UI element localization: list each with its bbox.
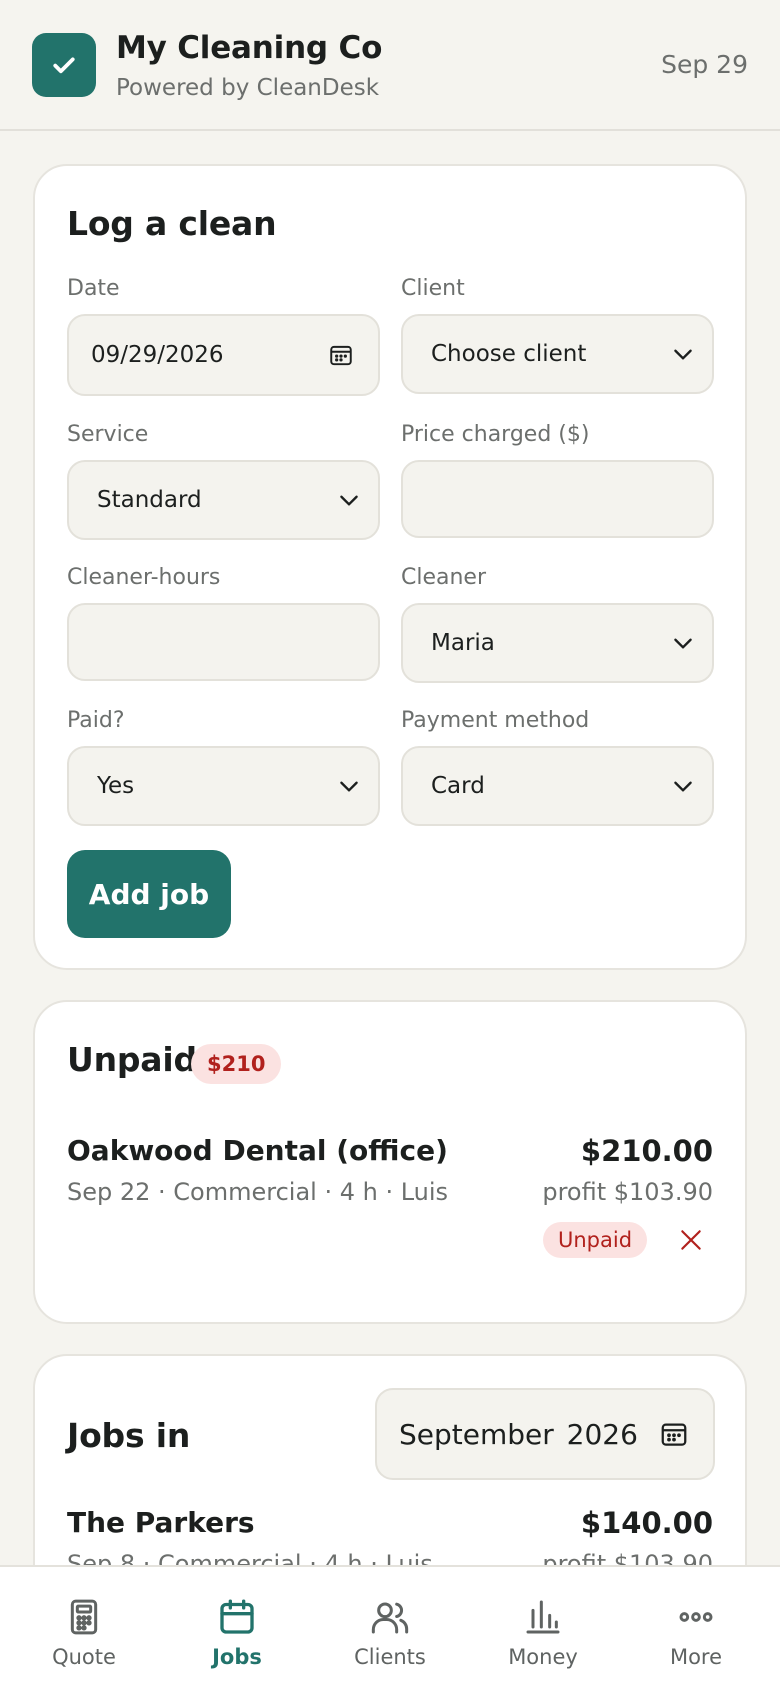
tab-label: Clients xyxy=(354,1645,426,1669)
price-label: Price charged ($) xyxy=(401,422,590,447)
chevron-down-icon xyxy=(674,349,692,360)
chevron-down-icon xyxy=(674,638,692,649)
cleaner-select[interactable]: Maria xyxy=(401,603,714,683)
service-label: Service xyxy=(67,422,149,447)
job-amount: $210.00 xyxy=(580,1134,713,1168)
month-picker[interactable]: September 2026 xyxy=(375,1388,715,1480)
delete-job-button[interactable] xyxy=(675,1224,707,1256)
unpaid-card: Unpaid $210 Oakwood Dental (office) Sep … xyxy=(33,1000,747,1324)
tab-money[interactable]: Money xyxy=(465,1567,621,1688)
app-title: My Cleaning Co xyxy=(116,30,383,66)
job-profit: profit $103.90 xyxy=(542,1178,713,1206)
hours-input[interactable] xyxy=(69,605,378,679)
tab-label: More xyxy=(669,1645,723,1669)
jobs-in-title: Jobs in xyxy=(67,1416,191,1455)
users-icon xyxy=(371,1602,409,1634)
tab-label: Money xyxy=(508,1645,578,1669)
cleaner-value: Maria xyxy=(431,630,495,656)
job-amount: $140.00 xyxy=(580,1506,713,1540)
log-clean-title: Log a clean xyxy=(67,204,277,243)
unpaid-total-badge: $210 xyxy=(191,1044,282,1084)
date-label: Date xyxy=(67,276,120,301)
tab-label: Quote xyxy=(52,1645,116,1669)
chevron-down-icon xyxy=(340,495,358,506)
tab-clients[interactable]: Clients xyxy=(312,1567,468,1688)
paid-value: Yes xyxy=(97,773,135,799)
tab-quote[interactable]: Quote xyxy=(6,1567,162,1688)
app-subtitle: Powered by CleanDesk xyxy=(116,75,380,101)
unpaid-status-badge[interactable]: Unpaid xyxy=(543,1222,648,1258)
paid-label: Paid? xyxy=(67,708,125,733)
calendar-icon[interactable] xyxy=(659,1419,689,1449)
bottom-tab-bar: Quote Jobs Clients Money More xyxy=(0,1565,780,1688)
calculator-icon xyxy=(70,1599,98,1635)
price-input[interactable] xyxy=(403,462,712,536)
tab-jobs[interactable]: Jobs xyxy=(159,1567,315,1688)
app-header: My Cleaning Co Powered by CleanDesk Sep … xyxy=(0,0,780,131)
add-job-button[interactable]: Add job xyxy=(67,850,231,938)
client-select[interactable]: Choose client xyxy=(401,314,714,394)
close-icon xyxy=(681,1230,701,1250)
tab-more[interactable]: More xyxy=(618,1567,774,1688)
date-field[interactable]: 09/29/2026 xyxy=(67,314,380,396)
tab-label: Jobs xyxy=(212,1645,262,1669)
chevron-down-icon xyxy=(340,781,358,792)
payment-method-label: Payment method xyxy=(401,708,590,733)
paid-select[interactable]: Yes xyxy=(67,746,380,826)
calendar-icon xyxy=(220,1599,254,1634)
price-field[interactable] xyxy=(401,460,714,538)
more-dots-icon xyxy=(679,1612,713,1622)
chevron-down-icon xyxy=(674,781,692,792)
check-logo-icon xyxy=(32,33,96,97)
payment-method-select[interactable]: Card xyxy=(401,746,714,826)
hours-label: Cleaner-hours xyxy=(67,565,221,590)
bar-chart-icon xyxy=(526,1600,560,1634)
client-value: Choose client xyxy=(431,341,587,367)
unpaid-title: Unpaid xyxy=(67,1040,197,1079)
hours-field[interactable] xyxy=(67,603,380,681)
calendar-icon[interactable] xyxy=(328,342,354,368)
job-client-name: The Parkers xyxy=(67,1506,255,1539)
job-meta: Sep 22 · Commercial · 4 h · Luis xyxy=(67,1178,449,1206)
service-select[interactable]: Standard xyxy=(67,460,380,540)
client-label: Client xyxy=(401,276,465,301)
month-value: September 2026 xyxy=(399,1417,638,1451)
service-value: Standard xyxy=(97,487,202,513)
log-clean-card: Log a clean Date 09/29/2026 Client Choos… xyxy=(33,164,747,970)
header-date: Sep 29 xyxy=(661,50,748,79)
payment-method-value: Card xyxy=(431,773,485,799)
job-client-name: Oakwood Dental (office) xyxy=(67,1134,448,1167)
cleaner-label: Cleaner xyxy=(401,565,487,590)
date-value: 09/29/2026 xyxy=(91,342,224,368)
